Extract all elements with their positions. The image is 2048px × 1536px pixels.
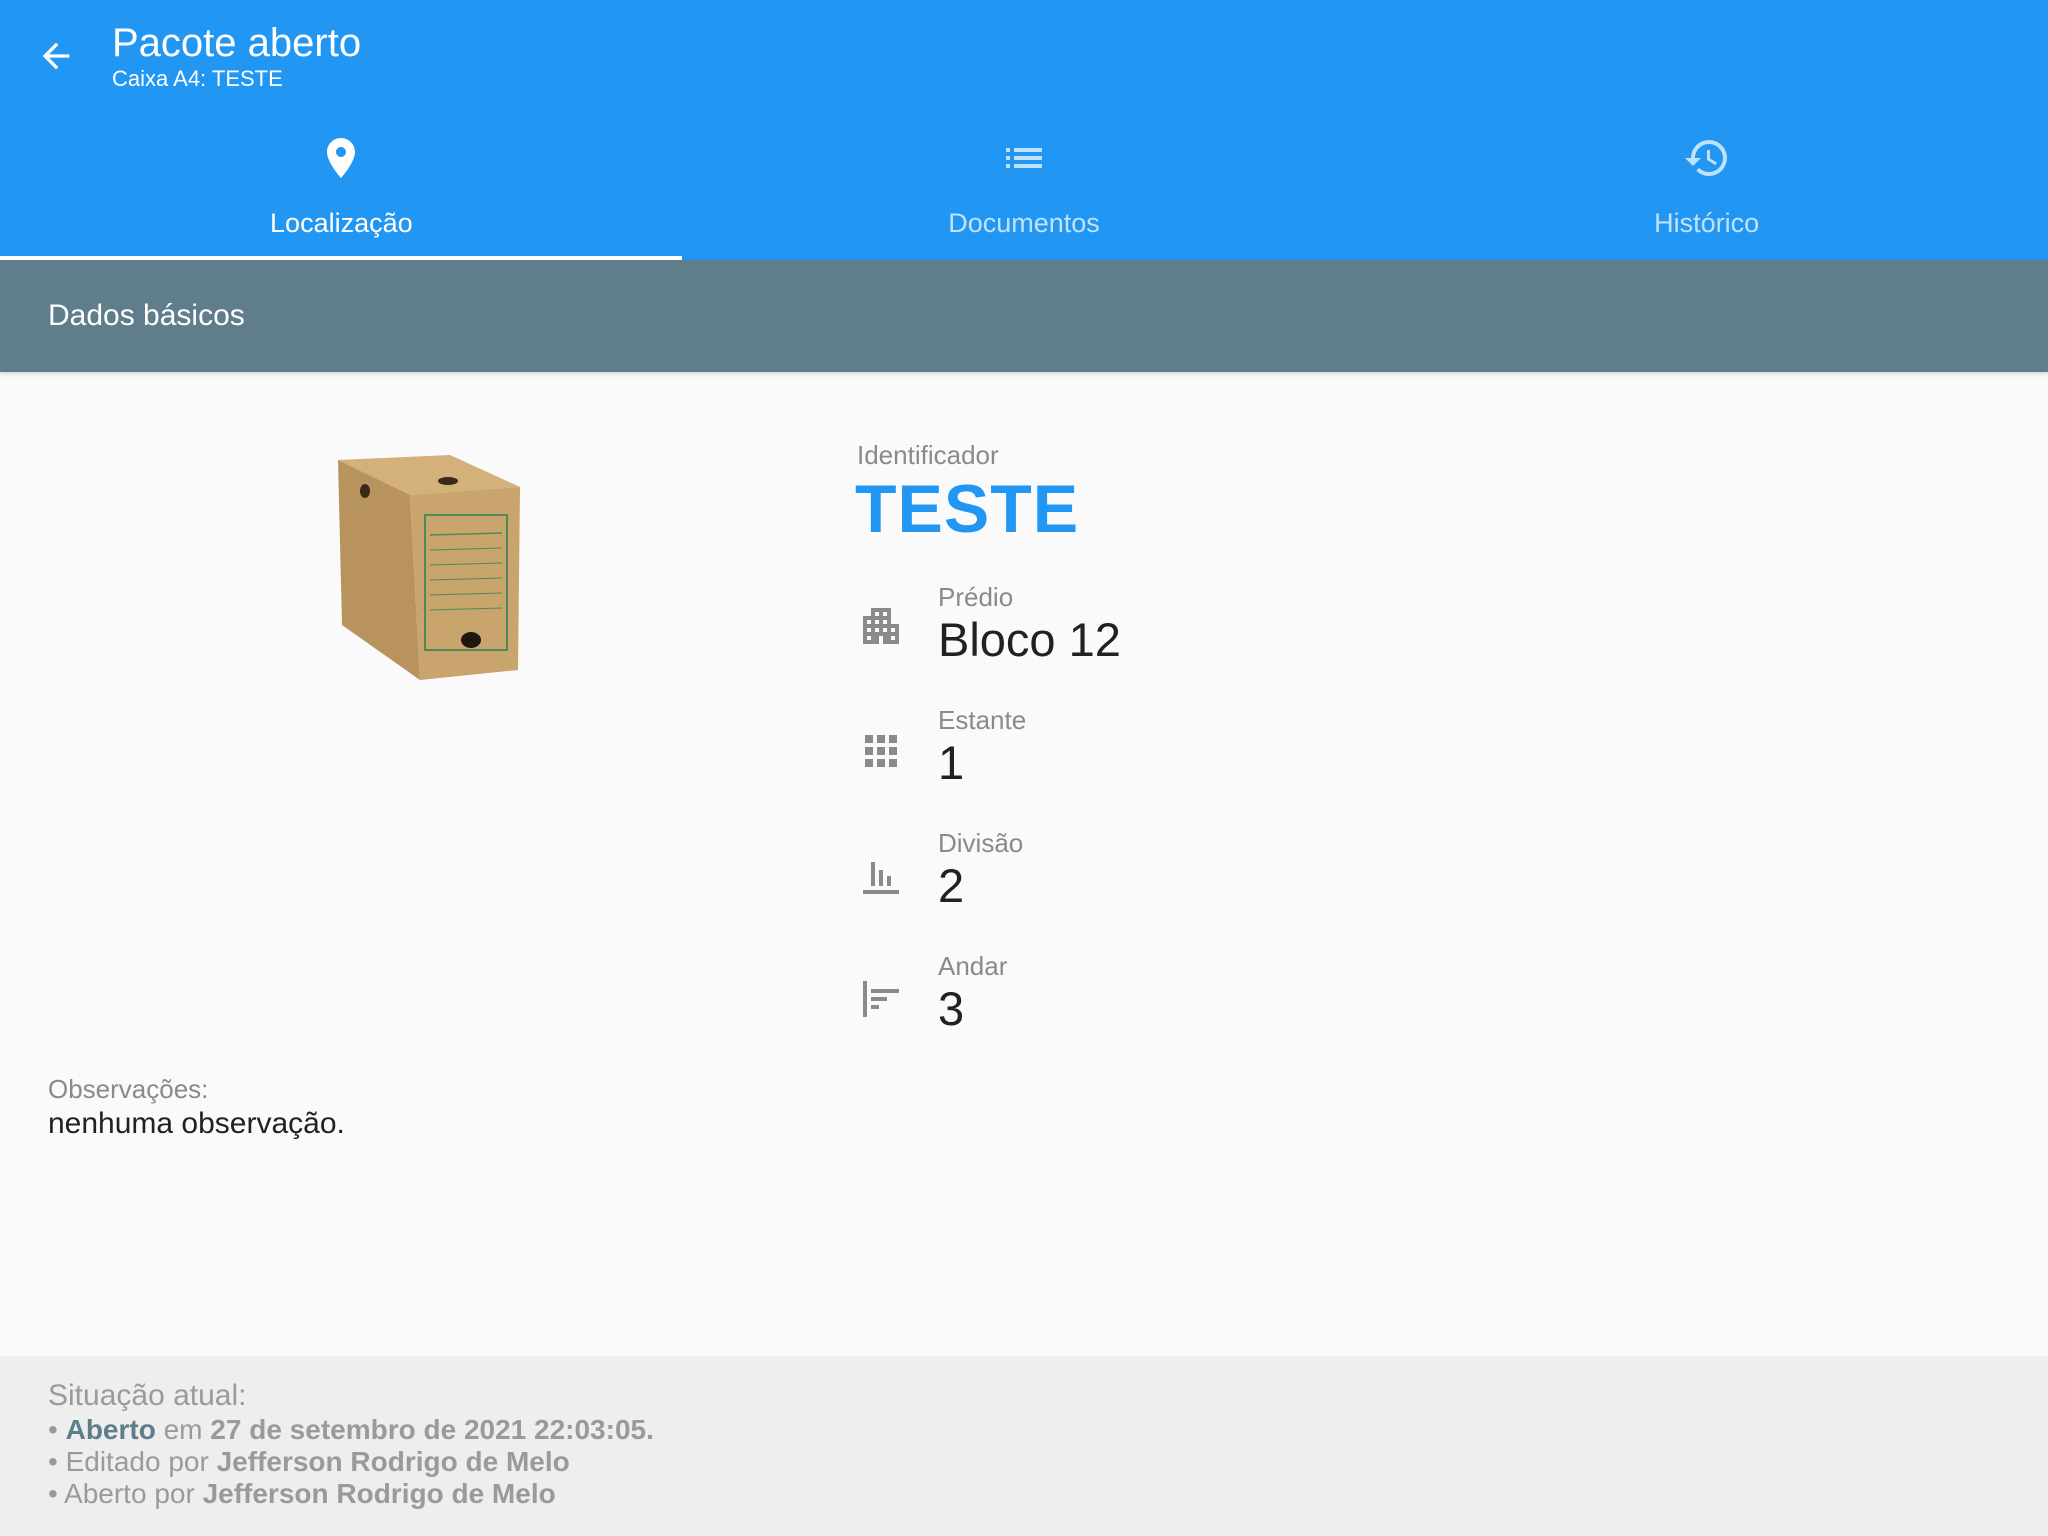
status-footer: Situação atual: • Aberto em 27 de setemb… [0, 1356, 2048, 1536]
back-button[interactable] [30, 30, 82, 82]
page-subtitle: Caixa A4: TESTE [112, 66, 283, 91]
edited-by-name: Jefferson Rodrigo de Melo [216, 1446, 570, 1477]
status-title: Situação atual: [48, 1379, 247, 1412]
edited-by-prefix: • Editado por [48, 1446, 217, 1477]
align-left-icon [863, 981, 899, 1017]
field-label: Divisão [938, 828, 1024, 858]
field-andar: Andar 3 [857, 951, 1657, 1061]
field-estante: Estante 1 [857, 705, 1657, 815]
tab-label: Documentos [948, 208, 1100, 238]
field-divisao: Divisão 2 [857, 828, 1657, 938]
section-title: Dados básicos [48, 299, 245, 332]
field-label: Estante [938, 705, 1027, 735]
field-value: 1 [938, 736, 965, 789]
grid-icon [865, 735, 897, 767]
tab-label: Localização [270, 208, 413, 238]
tab-documentos[interactable]: Documentos [683, 130, 1366, 260]
status-date: 27 de setembro de 2021 22:03:05. [210, 1414, 654, 1445]
status-line-edited: • Editado por Jefferson Rodrigo de Melo [48, 1446, 2000, 1478]
identifier-label: Identificador [857, 440, 999, 470]
arrow-back-icon [42, 42, 70, 70]
tab-bar: Localização Documentos Histórico [0, 130, 2048, 260]
page-title: Pacote aberto [112, 21, 362, 65]
field-value: 3 [938, 982, 965, 1035]
app-bar: Pacote aberto Caixa A4: TESTE Localizaçã… [0, 0, 2048, 260]
tab-localizacao[interactable]: Localização [0, 130, 683, 260]
field-value: 2 [938, 859, 965, 912]
field-label: Andar [938, 951, 1008, 981]
field-value: Bloco 12 [938, 613, 1121, 666]
section-header: Dados básicos [0, 260, 2048, 372]
opened-by-prefix: • Aberto por [48, 1478, 203, 1509]
connector-text: em [155, 1414, 211, 1445]
identifier-value: TESTE [855, 471, 1080, 547]
opened-by-name: Jefferson Rodrigo de Melo [202, 1478, 556, 1509]
tab-label: Histórico [1654, 208, 1760, 238]
archive-box-image [330, 455, 530, 685]
field-predio: Prédio Bloco 12 [857, 582, 1657, 692]
status-badge: Aberto [65, 1414, 156, 1445]
building-icon [863, 608, 899, 644]
list-icon [1006, 148, 1042, 168]
tab-historico[interactable]: Histórico [1365, 130, 2048, 260]
location-pin-icon [327, 138, 356, 178]
bullet: • [48, 1414, 66, 1445]
observations-value: nenhuma observação. [48, 1107, 345, 1140]
observations-label: Observações: [48, 1074, 209, 1104]
field-label: Prédio [938, 582, 1014, 612]
bar-chart-icon [863, 862, 899, 894]
history-icon [1684, 140, 1727, 177]
status-line-current: • Aberto em 27 de setembro de 2021 22:03… [48, 1414, 2000, 1446]
status-line-opened: • Aberto por Jefferson Rodrigo de Melo [48, 1478, 2000, 1510]
